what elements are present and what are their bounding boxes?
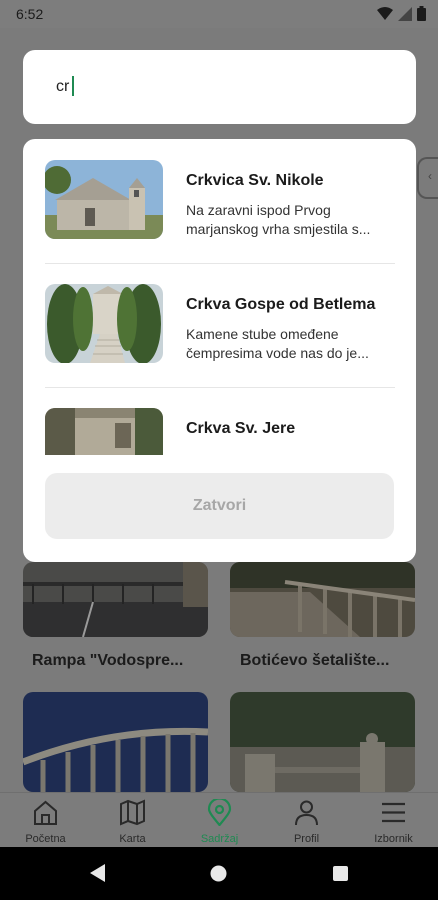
result-description-line: Kamene stube omeđene [186,326,339,342]
signal-icon [398,6,412,21]
location-pin-icon [207,799,232,826]
search-results-list[interactable]: Crkvica Sv. Nikole Na zaravni ispod Prvo… [23,139,416,455]
result-thumbnail [45,284,163,363]
search-box[interactable]: cr [23,50,416,124]
divider [45,263,395,264]
content-screen: Rampa "Vodospre... Botićevo šetalište...… [0,28,438,792]
menu-icon [382,802,405,823]
result-item[interactable]: Crkvica Sv. Nikole Na zaravni ispod Prvo… [45,160,395,260]
result-description: Na zaravni ispod Prvog marjanskog vrha s… [186,201,400,239]
back-icon[interactable] [90,864,106,882]
result-item[interactable]: Crkva Sv. Jere [45,408,395,455]
nav-label: Profil [293,833,320,845]
nav-item-profil[interactable]: Profil [263,793,350,848]
nav-item-izbornik[interactable]: Izbornik [350,793,437,848]
search-results-card: Crkvica Sv. Nikole Na zaravni ispod Prvo… [23,139,416,562]
result-description: Kamene stube omeđene čempresima vode nas… [186,325,400,363]
tile-image-rampa[interactable] [23,562,208,637]
tile-label-boticevo[interactable]: Botićevo šetalište... [240,652,389,670]
nav-label: Karta [119,833,146,845]
nav-item-sadrzaj[interactable]: Sadržaj [176,793,263,848]
text-cursor [72,76,74,96]
divider [45,387,395,388]
side-tab-handle[interactable]: ‹ [417,157,438,199]
tile-image-stone[interactable] [230,692,415,792]
home-circle-icon[interactable] [210,865,227,882]
result-item[interactable]: Crkva Gospe od Betlema Kamene stube omeđ… [45,284,395,384]
status-time: 6:52 [16,6,44,22]
nav-label: Sadržaj [200,833,239,845]
result-title: Crkvica Sv. Nikole [186,172,324,189]
nav-label: Početna [25,833,66,845]
result-thumbnail [45,160,163,239]
result-title: Crkva Gospe od Betlema [186,296,376,313]
recents-icon[interactable] [333,866,348,881]
profile-icon [295,800,318,826]
battery-icon [417,6,426,21]
system-navigation-bar [0,847,438,900]
result-description-line: marjanskog vrha smjestila s... [186,221,371,237]
nav-item-pocetna[interactable]: Početna [2,793,89,848]
status-bar: 6:52 [0,0,438,28]
status-icons [377,6,426,21]
nav-item-karta[interactable]: Karta [89,793,176,848]
result-thumbnail [45,408,163,455]
bottom-navigation: Početna Karta Sadržaj Profil Izbornik [0,792,438,848]
map-icon [120,799,145,826]
close-button[interactable]: Zatvori [45,473,394,539]
search-input[interactable]: cr [56,78,69,96]
wifi-icon [377,6,393,20]
result-description-line: čempresima vode nas do je... [186,345,369,361]
home-icon [34,800,57,825]
result-description-line: Na zaravni ispod Prvog [186,202,331,218]
tile-image-railing[interactable] [23,692,208,792]
tile-label-rampa[interactable]: Rampa "Vodospre... [32,652,183,670]
nav-label: Izbornik [374,833,413,845]
tile-image-boticevo[interactable] [230,562,415,637]
chevron-left-icon: ‹ [428,169,432,183]
result-title: Crkva Sv. Jere [186,420,296,437]
